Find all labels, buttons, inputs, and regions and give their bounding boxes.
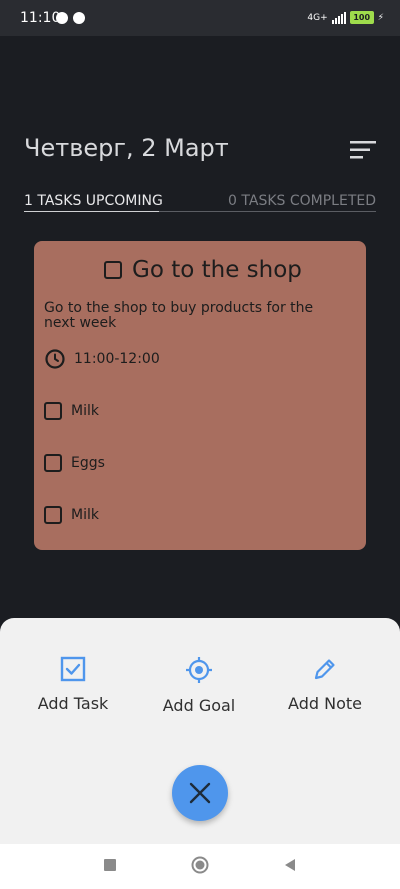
system-nav-bar xyxy=(0,844,400,889)
checkbox-icon xyxy=(60,656,86,682)
task-description: Go to the shop to buy products for the n… xyxy=(44,300,314,331)
task-title-row: Go to the shop xyxy=(104,257,302,283)
subtask-item[interactable]: Milk xyxy=(44,402,99,420)
notification-icon-2 xyxy=(73,12,85,24)
add-task-label: Add Task xyxy=(37,694,109,713)
add-menu-sheet: Add Task Add Goal Add Note xyxy=(0,618,400,844)
network-type: 4G+ xyxy=(307,12,328,23)
close-icon xyxy=(189,782,211,804)
page-title: Четверг, 2 Март xyxy=(24,134,229,162)
task-checkbox[interactable] xyxy=(104,261,122,279)
notification-icon xyxy=(56,12,68,24)
battery-icon: 100 xyxy=(349,11,374,24)
subtask-item[interactable]: Eggs xyxy=(44,454,105,472)
back-icon[interactable] xyxy=(283,858,297,872)
task-tabs: 1 TASKS UPCOMING 0 TASKS COMPLETED xyxy=(24,193,376,212)
subtask-checkbox[interactable] xyxy=(44,454,62,472)
subtask-label: Eggs xyxy=(71,455,105,471)
recent-apps-icon[interactable] xyxy=(103,858,117,872)
task-card[interactable]: Go to the shop Go to the shop to buy pro… xyxy=(34,241,366,550)
task-title: Go to the shop xyxy=(132,257,302,283)
status-time: 11:10 xyxy=(20,10,61,26)
subtask-item[interactable]: Milk xyxy=(44,506,99,524)
add-note-button[interactable]: Add Note xyxy=(265,656,385,713)
subtask-checkbox[interactable] xyxy=(44,402,62,420)
charging-icon: ⚡ xyxy=(377,12,384,23)
status-indicators: 4G+ 100 ⚡ xyxy=(307,11,384,24)
pencil-icon xyxy=(314,659,335,680)
add-task-button[interactable]: Add Task xyxy=(13,656,133,713)
add-goal-label: Add Goal xyxy=(162,696,236,715)
subtask-label: Milk xyxy=(71,507,99,523)
target-icon xyxy=(186,657,212,683)
sort-filter-icon[interactable] xyxy=(350,140,376,160)
task-time-row: 11:00-12:00 xyxy=(44,348,160,370)
add-goal-button[interactable]: Add Goal xyxy=(139,656,259,715)
close-menu-button[interactable] xyxy=(172,765,228,821)
active-tab-indicator xyxy=(24,211,159,212)
tab-upcoming[interactable]: 1 TASKS UPCOMING xyxy=(24,193,163,209)
subtask-checkbox[interactable] xyxy=(44,506,62,524)
signal-icon xyxy=(331,11,346,24)
home-icon[interactable] xyxy=(191,856,209,874)
clock-icon xyxy=(45,349,65,369)
add-note-label: Add Note xyxy=(288,694,362,713)
tab-completed[interactable]: 0 TASKS COMPLETED xyxy=(228,193,376,209)
subtask-label: Milk xyxy=(71,403,99,419)
status-bar: 11:10 4G+ 100 ⚡ xyxy=(0,0,400,36)
task-time: 11:00-12:00 xyxy=(74,351,160,367)
